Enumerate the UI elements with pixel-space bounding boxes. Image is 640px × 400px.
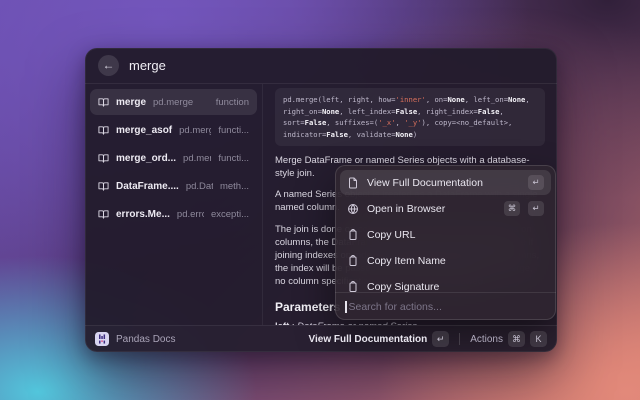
- menu-item-label: Copy Signature: [367, 281, 544, 293]
- back-button[interactable]: ←: [98, 55, 119, 76]
- list-item-title: DataFrame....: [116, 181, 179, 192]
- footer-divider: [459, 333, 460, 345]
- list-item-subtitle: pd.DataF...: [186, 181, 213, 192]
- app-name: Pandas Docs: [116, 334, 175, 345]
- pandas-docs-icon: [95, 332, 109, 346]
- return-key-badge: ↵: [528, 201, 544, 216]
- book-icon: [98, 181, 109, 192]
- menu-item-label: Copy Item Name: [367, 255, 544, 267]
- menu-item-open-in-browser[interactable]: Open in Browser ⌘ ↵: [340, 196, 551, 221]
- actions-search: [335, 292, 556, 320]
- list-item-merge-asof[interactable]: merge_asof pd.merge... functi...: [90, 117, 257, 143]
- actions-menu-items: View Full Documentation ↵ Open in Browse…: [335, 165, 556, 292]
- view-full-documentation-button[interactable]: View Full Documentation ↵: [308, 331, 449, 347]
- list-item-subtitle: pd.merge...: [183, 153, 211, 164]
- search-header: ←: [85, 48, 557, 84]
- actions-menu: View Full Documentation ↵ Open in Browse…: [335, 165, 556, 320]
- list-item-subtitle: pd.merge: [153, 97, 209, 108]
- book-icon: [98, 97, 109, 108]
- list-item-merge[interactable]: merge pd.merge function: [90, 89, 257, 115]
- menu-item-label: Open in Browser: [367, 203, 496, 215]
- clipboard-icon: [347, 281, 359, 293]
- menu-item-view-full-documentation[interactable]: View Full Documentation ↵: [340, 170, 551, 195]
- command-key-badge: ⌘: [504, 201, 520, 216]
- list-item-type: meth...: [220, 181, 249, 192]
- document-icon: [347, 177, 359, 189]
- list-item-errors-mergeerror[interactable]: errors.Me... pd.errors... excepti...: [90, 201, 257, 227]
- search-input[interactable]: [129, 58, 429, 73]
- list-item-subtitle: pd.merge...: [179, 125, 211, 136]
- menu-item-copy-item-name[interactable]: Copy Item Name: [340, 248, 551, 273]
- primary-action-label: View Full Documentation: [308, 334, 427, 345]
- results-list: merge pd.merge function merge_asof pd.me…: [85, 84, 263, 325]
- k-key-badge: K: [530, 331, 547, 347]
- list-item-type: excepti...: [211, 209, 249, 220]
- command-key-badge: ⌘: [508, 331, 525, 347]
- return-key-badge: ↵: [432, 331, 449, 347]
- actions-search-input[interactable]: [349, 301, 547, 313]
- list-item-title: merge: [116, 97, 146, 108]
- list-item-merge-ordered[interactable]: merge_ord... pd.merge... functi...: [90, 145, 257, 171]
- list-item-type: functi...: [218, 153, 249, 164]
- list-item-title: merge_ord...: [116, 153, 176, 164]
- list-item-title: errors.Me...: [116, 209, 170, 220]
- list-item-type: functi...: [218, 125, 249, 136]
- menu-item-label: Copy URL: [367, 229, 544, 241]
- clipboard-icon: [347, 255, 359, 267]
- globe-icon: [347, 203, 359, 215]
- menu-item-copy-url[interactable]: Copy URL: [340, 222, 551, 247]
- book-icon: [98, 209, 109, 220]
- menu-item-copy-signature[interactable]: Copy Signature: [340, 274, 551, 292]
- raycast-window: ← merge pd.merge function merge_asof pd.…: [85, 48, 557, 352]
- list-item-subtitle: pd.errors...: [177, 209, 204, 220]
- footer-bar: Pandas Docs View Full Documentation ↵ Ac…: [85, 325, 557, 352]
- list-item-type: function: [216, 97, 249, 108]
- signature-code: pd.merge(left, right, how='inner', on=No…: [275, 88, 545, 146]
- return-key-badge: ↵: [528, 175, 544, 190]
- clipboard-icon: [347, 229, 359, 241]
- menu-item-label: View Full Documentation: [367, 177, 520, 189]
- back-arrow-icon: ←: [103, 55, 115, 76]
- actions-label: Actions: [470, 334, 503, 345]
- list-item-title: merge_asof: [116, 125, 172, 136]
- actions-button[interactable]: Actions ⌘ K: [470, 331, 547, 347]
- text-caret: [345, 301, 347, 313]
- book-icon: [98, 153, 109, 164]
- list-item-dataframe-merge[interactable]: DataFrame.... pd.DataF... meth...: [90, 173, 257, 199]
- book-icon: [98, 125, 109, 136]
